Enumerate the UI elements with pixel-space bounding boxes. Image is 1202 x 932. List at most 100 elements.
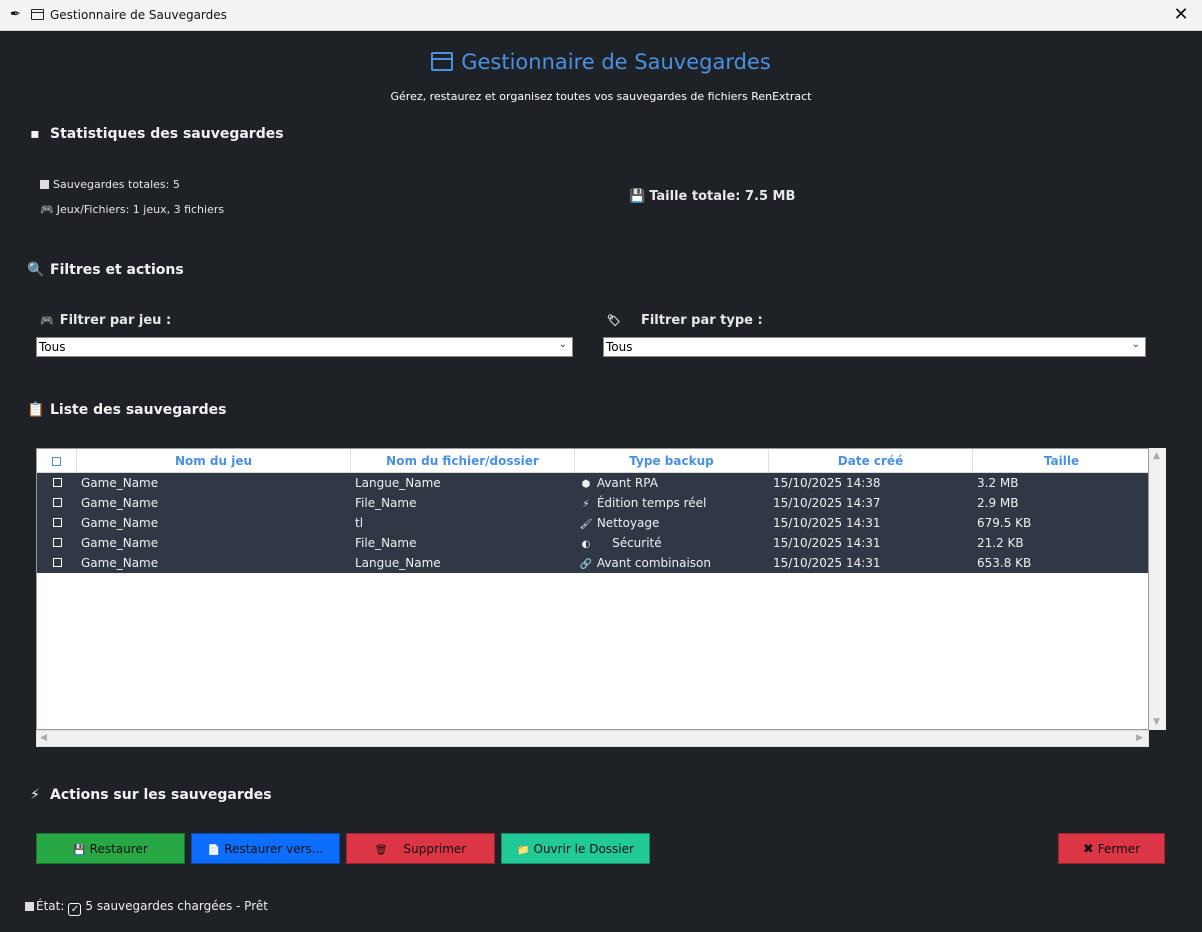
status-text: 5 sauvegardes chargées - Prêt: [85, 899, 268, 913]
table-header: Nom du jeu Nom du fichier/dossier Type b…: [37, 449, 1148, 473]
lightning-icon: ⚡: [30, 787, 40, 803]
folder-icon: [431, 52, 454, 71]
clipboard-icon: 📋: [27, 402, 45, 418]
cell-game: Game_Name: [81, 536, 159, 550]
status-bar: État: ✓ 5 sauvegardes chargées - Prêt: [25, 899, 268, 916]
close-icon: ✖: [1082, 842, 1094, 857]
row-checkbox[interactable]: [53, 553, 62, 573]
filter-type-select[interactable]: Tous ⌄: [603, 337, 1146, 357]
feather-icon: ✒: [10, 7, 21, 22]
cell-date: 15/10/2025 14:31: [773, 516, 881, 530]
cell-file: tl: [355, 516, 364, 530]
cell-type: 🖌 Nettoyage: [579, 513, 660, 533]
restore-button[interactable]: 💾 Restaurer: [36, 833, 185, 864]
cell-file: Langue_Name: [355, 556, 441, 570]
row-checkbox[interactable]: [53, 533, 62, 553]
search-icon: 🔍: [27, 262, 45, 278]
filter-type-label: 🏷 Filtrer par type :: [607, 313, 763, 328]
status-label: État:: [36, 899, 65, 913]
filter-game-label: 🎮 Filtrer par jeu :: [40, 313, 172, 328]
stat-games-files: 🎮 Jeux/Fichiers: 1 jeux, 3 fichiers: [40, 203, 225, 216]
document-icon: 📄: [207, 845, 221, 856]
chevron-down-icon: ⌄: [1131, 339, 1140, 350]
cell-size: 653.8 KB: [977, 556, 1032, 570]
link-icon: 🔗: [579, 559, 593, 570]
filter-game-select[interactable]: Tous ⌄: [36, 337, 573, 357]
cell-size: 21.2 KB: [977, 536, 1024, 550]
cell-date: 15/10/2025 14:31: [773, 536, 881, 550]
table-row[interactable]: Game_Name File_Name ⚡ Édition temps réel…: [37, 493, 1148, 513]
cell-game: Game_Name: [81, 476, 159, 490]
cell-date: 15/10/2025 14:31: [773, 556, 881, 570]
save-icon: 💾: [73, 845, 86, 856]
checkbox-icon: ✓: [68, 903, 82, 916]
chevron-down-icon: ⌄: [558, 339, 567, 350]
window-titlebar: ✒ Gestionnaire de Sauvegardes ✕: [0, 0, 1202, 31]
gamepad-icon: 🎮: [40, 203, 54, 216]
backups-table[interactable]: Nom du jeu Nom du fichier/dossier Type b…: [36, 448, 1149, 730]
disk-icon: 💾: [629, 189, 646, 204]
stats-section-title: ▪ Statistiques des sauvegardes: [27, 126, 283, 142]
row-checkbox[interactable]: [53, 493, 62, 513]
cell-file: File_Name: [355, 496, 417, 510]
scroll-left-icon[interactable]: ◀: [40, 733, 47, 743]
save-icon: [40, 180, 49, 189]
scroll-up-icon[interactable]: ▲: [1153, 451, 1160, 461]
table-row[interactable]: Game_Name tl 🖌 Nettoyage 15/10/2025 14:3…: [37, 513, 1148, 533]
vertical-scrollbar[interactable]: ▲ ▼: [1149, 448, 1166, 730]
window-folder-icon: [31, 9, 44, 20]
window-title: Gestionnaire de Sauvegardes: [50, 8, 227, 22]
cell-size: 3.2 MB: [977, 476, 1019, 490]
trash-icon: 🗑: [374, 845, 388, 856]
gamepad-icon: 🎮: [40, 314, 54, 327]
cell-size: 2.9 MB: [977, 496, 1019, 510]
scroll-down-icon[interactable]: ▼: [1153, 717, 1160, 727]
actions-section-title: ⚡ Actions sur les sauvegardes: [27, 787, 272, 803]
table-row[interactable]: Game_Name Langue_Name ⬢ Avant RPA 15/10/…: [37, 473, 1148, 493]
page-title-text: Gestionnaire de Sauvegardes: [461, 50, 771, 74]
scroll-right-icon[interactable]: ▶: [1136, 733, 1143, 743]
cell-file: Langue_Name: [355, 476, 441, 490]
package-icon: ⬢: [581, 479, 591, 490]
cell-type: ⚡ Édition temps réel: [579, 493, 706, 513]
col-size[interactable]: Taille: [973, 449, 1148, 473]
col-type[interactable]: Type backup: [575, 449, 769, 473]
col-date[interactable]: Date créé: [769, 449, 973, 473]
cell-file: File_Name: [355, 536, 417, 550]
cell-type: ◐ Sécurité: [579, 533, 662, 553]
row-checkbox[interactable]: [53, 473, 62, 493]
close-button[interactable]: ✖ Fermer: [1058, 833, 1165, 864]
lightning-icon: ⚡: [582, 499, 590, 510]
cell-date: 15/10/2025 14:37: [773, 496, 881, 510]
table-row[interactable]: Game_Name File_Name ◐ Sécurité 15/10/202…: [37, 533, 1148, 553]
page-title: Gestionnaire de Sauvegardes: [0, 50, 1202, 74]
brush-icon: 🖌: [579, 519, 593, 530]
table-row[interactable]: Game_Name Langue_Name 🔗 Avant combinaiso…: [37, 553, 1148, 573]
shield-icon: ◐: [581, 539, 591, 550]
horizontal-scrollbar[interactable]: ◀ ▶: [36, 730, 1149, 747]
tag-icon: 🏷: [607, 314, 621, 327]
cell-size: 679.5 KB: [977, 516, 1032, 530]
open-folder-button[interactable]: 📁 Ouvrir le Dossier: [501, 833, 650, 864]
filters-section-title: 🔍 Filtres et actions: [27, 262, 184, 278]
col-file[interactable]: Nom du fichier/dossier: [351, 449, 575, 473]
stats-icon: ▪: [30, 126, 40, 142]
row-checkbox[interactable]: [53, 513, 62, 533]
delete-button[interactable]: 🗑 Supprimer: [346, 833, 495, 864]
cell-type: 🔗 Avant combinaison: [579, 553, 711, 573]
cell-type: ⬢ Avant RPA: [579, 473, 658, 493]
folder-icon: 📁: [517, 845, 530, 856]
cell-game: Game_Name: [81, 556, 159, 570]
cell-date: 15/10/2025 14:38: [773, 476, 881, 490]
col-game[interactable]: Nom du jeu: [77, 449, 351, 473]
cell-game: Game_Name: [81, 496, 159, 510]
window-close-button[interactable]: ✕: [1170, 4, 1192, 25]
restore-to-button[interactable]: 📄 Restaurer vers...: [191, 833, 340, 864]
page-subtitle: Gérez, restaurez et organisez toutes vos…: [390, 90, 812, 103]
list-section-title: 📋 Liste des sauvegardes: [27, 402, 227, 418]
select-all-checkbox[interactable]: [37, 449, 77, 473]
cell-game: Game_Name: [81, 516, 159, 530]
stat-total-backups: Sauvegardes totales: 5: [40, 178, 180, 191]
stat-total-size: 💾 Taille totale: 7.5 MB: [629, 189, 796, 204]
save-icon: [25, 902, 34, 911]
